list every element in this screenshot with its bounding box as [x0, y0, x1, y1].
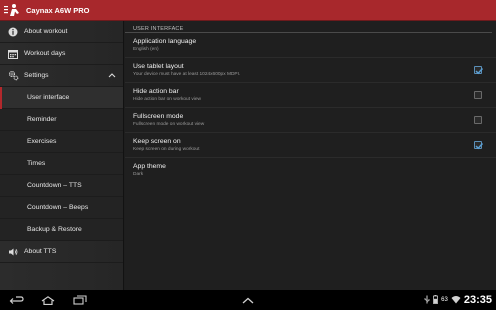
drawer-item-label: Exercises [27, 138, 57, 145]
pref-summary: Fullscreen mode on workout view [133, 122, 205, 127]
drawer-item-label: Countdown – Beeps [27, 204, 89, 211]
navigation-drawer: About workout Workout days Settings User… [0, 21, 124, 290]
check-icon [475, 142, 484, 150]
wifi-icon [451, 291, 461, 309]
drawer-item-times[interactable]: Times [0, 153, 123, 175]
chevron-up-icon [242, 297, 254, 303]
info-icon [4, 21, 22, 43]
drawer-item-label: About TTS [24, 248, 57, 255]
back-icon [9, 295, 24, 304]
back-button[interactable] [2, 290, 30, 310]
drawer-item-user-interface[interactable]: User interface [0, 87, 123, 109]
pref-application-language[interactable]: Application language English (en) [125, 33, 496, 58]
tablet-layout-checkbox[interactable] [474, 66, 484, 75]
menu-up-button[interactable] [234, 290, 262, 310]
drawer-item-label: Settings [24, 72, 49, 79]
system-navigation-bar: 63 23:35 [0, 290, 496, 310]
drawer-item-label: Backup & Restore [27, 226, 82, 233]
drawer-item-about-workout[interactable]: About workout [0, 21, 123, 43]
drawer-item-label: User interface [27, 94, 70, 101]
drawer-item-exercises[interactable]: Exercises [0, 131, 123, 153]
settings-content: USER INTERFACE Application language Engl… [125, 21, 496, 290]
keep-screen-on-checkbox[interactable] [474, 141, 484, 150]
drawer-item-label: Countdown – TTS [27, 182, 82, 189]
gear-icon [4, 65, 22, 87]
drawer-item-label: Workout days [24, 50, 66, 57]
pref-summary: English (en) [133, 47, 159, 52]
pref-title: Fullscreen mode [133, 113, 184, 120]
usb-icon [424, 291, 430, 309]
status-area[interactable]: 63 23:35 [424, 290, 492, 310]
home-icon [41, 295, 55, 305]
pref-use-tablet-layout[interactable]: Use tablet layout Your device must have … [125, 58, 496, 83]
pref-title: Hide action bar [133, 88, 179, 95]
pref-summary: Dark [133, 172, 144, 177]
check-icon [475, 67, 484, 75]
drawer-item-backup-restore[interactable]: Backup & Restore [0, 219, 123, 241]
pref-title: App theme [133, 163, 166, 170]
battery-icon [433, 291, 439, 309]
drawer-item-about-tts[interactable]: About TTS [0, 241, 123, 263]
recent-apps-button[interactable] [66, 290, 94, 310]
hide-action-bar-checkbox[interactable] [474, 91, 482, 99]
pref-hide-action-bar[interactable]: Hide action bar Hide action bar on worko… [125, 83, 496, 108]
status-clock: 23:35 [463, 294, 492, 306]
pref-title: Application language [133, 38, 197, 45]
pref-title: Keep screen on [133, 138, 181, 145]
fullscreen-mode-checkbox[interactable] [474, 116, 482, 124]
drawer-item-label: Reminder [27, 116, 57, 123]
pref-fullscreen-mode[interactable]: Fullscreen mode Fullscreen mode on worko… [125, 108, 496, 133]
calendar-icon [4, 43, 22, 65]
drawer-item-reminder[interactable]: Reminder [0, 109, 123, 131]
pref-keep-screen-on[interactable]: Keep screen on Keep screen on during wor… [125, 133, 496, 158]
battery-level: 63 [441, 297, 448, 303]
action-bar: Caynax A6W PRO [0, 0, 496, 21]
pref-summary: Keep screen on during workout [133, 147, 200, 152]
pref-title: Use tablet layout [133, 63, 184, 70]
drawer-item-label: About workout [24, 28, 68, 35]
drawer-item-countdown-tts[interactable]: Countdown – TTS [0, 175, 123, 197]
home-button[interactable] [34, 290, 62, 310]
pref-app-theme[interactable]: App theme Dark [125, 158, 496, 183]
drawer-item-workout-days[interactable]: Workout days [0, 43, 123, 65]
speaker-icon [4, 241, 22, 263]
app-title: Caynax A6W PRO [26, 5, 90, 15]
chevron-up-icon [108, 72, 116, 80]
pref-summary: Your device must have at least 1024x600p… [133, 72, 241, 77]
drawer-item-label: Times [27, 160, 46, 167]
recent-apps-icon [73, 295, 87, 305]
pref-summary: Hide action bar on workout view [133, 97, 201, 102]
app-logo-icon[interactable] [2, 0, 22, 21]
drawer-item-countdown-beeps[interactable]: Countdown – Beeps [0, 197, 123, 219]
drawer-item-settings[interactable]: Settings [0, 65, 123, 87]
section-header: USER INTERFACE [125, 21, 492, 33]
